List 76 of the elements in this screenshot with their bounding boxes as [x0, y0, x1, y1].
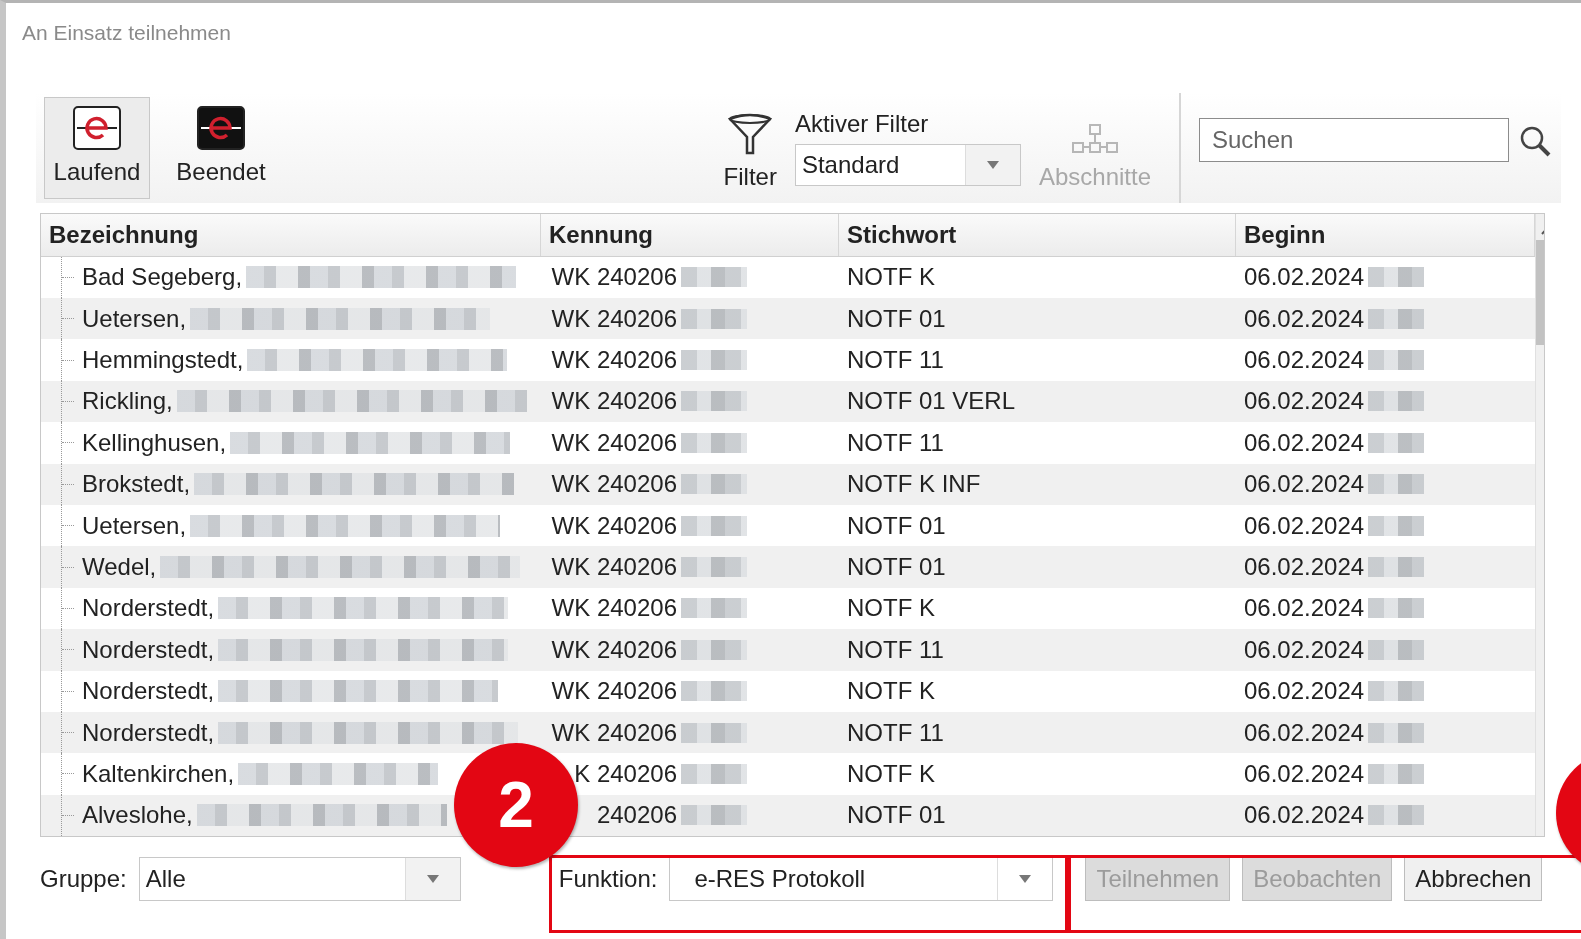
- table-cell-text: WK 240206: [550, 346, 677, 375]
- table-cell-text: WK 240206: [550, 428, 677, 457]
- table-cell: Norderstedt,: [82, 677, 215, 706]
- search-icon[interactable]: [1519, 125, 1551, 157]
- table-cell-text: WK 240206: [550, 511, 677, 540]
- funnel-icon: [727, 113, 774, 157]
- table-cell-text: 240206: [595, 801, 677, 830]
- table-cell: Kaltenkirchen,: [82, 759, 235, 788]
- filter-dropdown[interactable]: Standard: [794, 144, 1021, 186]
- table-cell: 06.02.2024: [1244, 759, 1365, 788]
- table-cell: NOTF 11: [847, 635, 944, 664]
- function-dropdown[interactable]: e-RES Protokoll: [669, 857, 1054, 901]
- table-cell: Rickling,: [82, 387, 173, 416]
- table-cell: 06.02.2024: [1244, 346, 1365, 375]
- table-cell: Alveslohe,: [82, 801, 193, 830]
- view-button[interactable]: Beendet: [168, 97, 274, 199]
- table-cell: 06.02.2024: [1244, 594, 1365, 623]
- table-cell: NOTF K: [847, 594, 935, 623]
- dropdown-arrow-icon: [986, 161, 999, 169]
- table-cell-text: WK 240206: [550, 677, 677, 706]
- table-cell: Wedel,: [82, 553, 157, 581]
- table-cell: NOTF 01: [847, 511, 946, 540]
- function-label: Funktion:: [558, 865, 658, 893]
- dropdown-arrow-icon: [426, 875, 439, 883]
- window-title: An Einsatz teilnehmen: [21, 20, 232, 46]
- table-cell: NOTF 01: [847, 801, 946, 830]
- table-cell: 06.02.2024: [1244, 677, 1365, 706]
- table-cell: NOTF 11: [847, 428, 944, 457]
- table-cell: 06.02.2024: [1244, 801, 1365, 830]
- filter-button[interactable]: Filter: [723, 93, 777, 203]
- table-cell: 06.02.2024: [1244, 470, 1365, 499]
- table-cell-text: WK 240206: [550, 263, 677, 292]
- view-button[interactable]: Laufend: [44, 97, 150, 199]
- table-cell-text: WK 240206: [550, 470, 677, 499]
- e-logo-icon: [197, 106, 245, 150]
- table-cell-text: WK 240206: [550, 304, 677, 333]
- table-cell: NOTF K INF: [847, 470, 981, 499]
- table-cell: Brokstedt,: [82, 470, 191, 499]
- table-cell: NOTF 01 VERL: [847, 387, 1016, 416]
- table-cell: NOTF 11: [847, 718, 944, 747]
- column-header[interactable]: Bezeichnung: [41, 214, 541, 256]
- table-cell: Norderstedt,: [82, 594, 215, 623]
- table-cell: NOTF K: [847, 677, 935, 706]
- table-cell: NOTF 01: [847, 304, 946, 333]
- table-cell: Norderstedt,: [82, 635, 215, 664]
- group-label: Gruppe:: [40, 865, 127, 893]
- table-cell: Norderstedt,: [82, 718, 215, 747]
- table-cell: Bad Segeberg,: [82, 263, 243, 292]
- table-cell: 06.02.2024: [1244, 635, 1365, 664]
- table-cell: 06.02.2024: [1244, 387, 1365, 416]
- table-cell: 06.02.2024: [1244, 718, 1365, 747]
- table-cell: 06.02.2024: [1244, 553, 1365, 581]
- table-cell: 06.02.2024: [1244, 304, 1365, 333]
- table-cell-text: WK 240206: [550, 594, 677, 623]
- table-cell: NOTF 11: [847, 346, 944, 375]
- table-cell: Kellinghusen,: [82, 428, 227, 457]
- active-filter-label: Aktiver Filter: [794, 110, 930, 138]
- table-cell: Hemmingstedt,: [82, 346, 244, 375]
- table-cell: NOTF K: [847, 759, 935, 788]
- table-cell: 06.02.2024: [1244, 511, 1365, 540]
- table-cell-text: WK 240206: [550, 635, 677, 664]
- table-cell-text: WK 240206: [550, 387, 677, 416]
- table-cell: Uetersen,: [82, 511, 187, 540]
- column-header[interactable]: Kennung: [541, 214, 839, 256]
- table-cell: NOTF K: [847, 263, 935, 292]
- table-cell: 06.02.2024: [1244, 263, 1365, 292]
- dialog-button[interactable]: Abbrechen: [1404, 857, 1543, 901]
- dropdown-arrow-icon: [1019, 875, 1032, 883]
- table-cell-text: WK 240206: [550, 553, 677, 581]
- column-header[interactable]: Stichwort: [839, 214, 1236, 256]
- table-cell: Uetersen,: [82, 304, 187, 333]
- table-cell: 06.02.2024: [1244, 428, 1365, 457]
- search-field[interactable]: Suchen: [1199, 118, 1509, 162]
- table-cell: NOTF 01: [847, 553, 946, 581]
- group-dropdown[interactable]: Alle: [138, 857, 461, 901]
- e-logo-icon: [73, 106, 121, 150]
